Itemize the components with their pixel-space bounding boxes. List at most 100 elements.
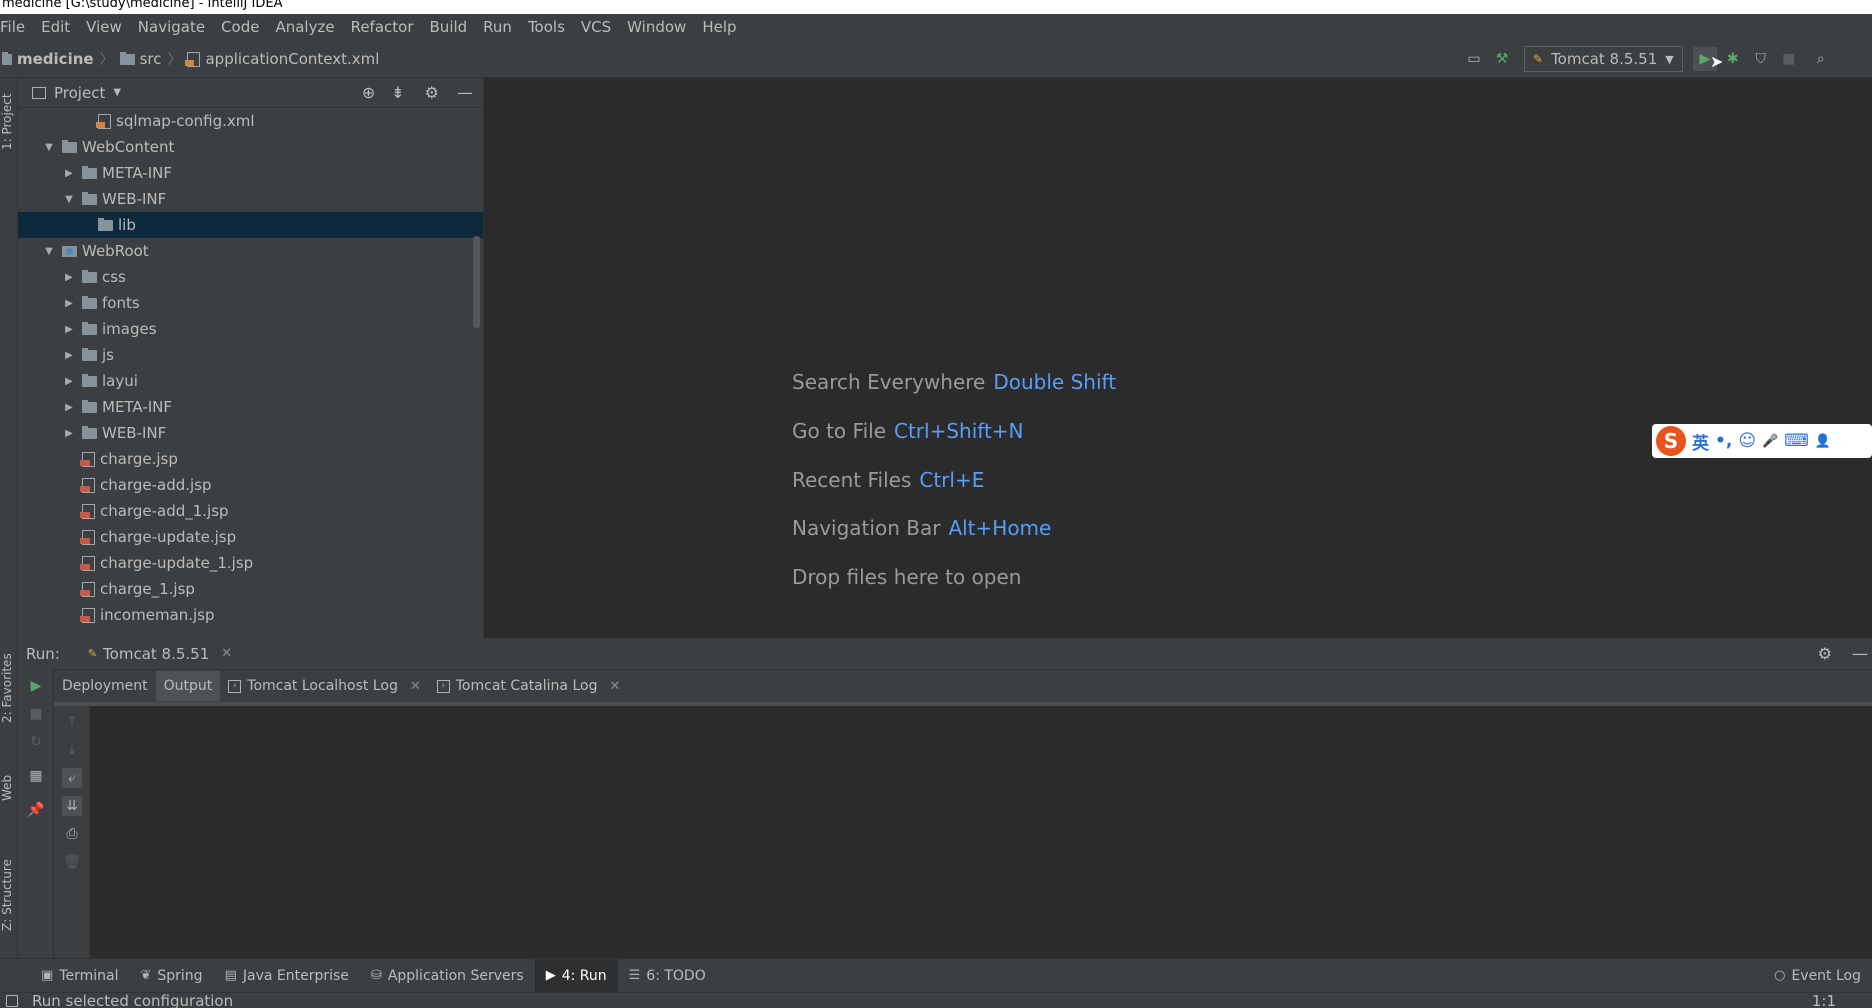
tool-tab-run[interactable]: ▶ 4: Run <box>534 958 618 993</box>
tree-item[interactable]: ▶ META-INF <box>18 394 483 420</box>
tree-item[interactable]: charge_1.jsp <box>18 576 483 602</box>
tool-tab-web[interactable]: Web <box>0 768 18 808</box>
soft-wrap-icon[interactable]: ⤶ <box>62 768 82 788</box>
ime-toolbar[interactable]: S 英 •, ☺ 🎤 ⌨ 👤 <box>1652 424 1872 458</box>
menu-analyze[interactable]: Analyze <box>267 14 342 40</box>
project-view-selector[interactable]: Project <box>54 84 105 102</box>
build-hammer-icon[interactable]: ⚒ <box>1490 47 1514 71</box>
collapse-arrow-icon[interactable]: ▶ <box>62 428 76 439</box>
tab-output[interactable]: Output <box>155 671 221 701</box>
expand-arrow-icon[interactable]: ▼ <box>42 142 56 153</box>
collapse-arrow-icon[interactable]: ▶ <box>62 376 76 387</box>
layout-icon[interactable]: ▦ <box>26 766 46 786</box>
hide-panel-icon[interactable]: — <box>457 83 473 102</box>
sogou-logo-icon[interactable]: S <box>1656 426 1686 456</box>
status-toggle-icon[interactable] <box>6 994 18 1007</box>
stop-icon[interactable]: ■ <box>26 704 46 724</box>
tree-item[interactable]: charge.jsp <box>18 446 483 472</box>
ime-keyboard-icon[interactable]: ⌨ <box>1784 431 1809 451</box>
menu-build[interactable]: Build <box>422 14 476 40</box>
collapse-all-icon[interactable]: ⇟ <box>391 83 404 102</box>
tool-tab-todo[interactable]: ☰ 6: TODO <box>618 959 717 993</box>
hide-panel-icon[interactable]: — <box>1852 644 1868 663</box>
tab-tomcat-catalina-log[interactable]: › Tomcat Catalina Log ✕ <box>429 671 629 701</box>
search-icon[interactable]: ⌕ <box>1809 47 1833 71</box>
trash-icon[interactable]: 🗑 <box>62 852 82 872</box>
ime-punctuation-toggle[interactable]: •, <box>1715 431 1732 451</box>
breadcrumb-src[interactable]: src <box>119 50 161 68</box>
collapse-arrow-icon[interactable]: ▶ <box>62 272 76 283</box>
locate-file-icon[interactable]: ⊕ <box>362 83 375 102</box>
tree-item[interactable]: charge-update.jsp <box>18 524 483 550</box>
menu-view[interactable]: View <box>78 14 130 40</box>
close-icon[interactable]: ✕ <box>410 679 421 694</box>
tree-item[interactable]: ▼ WebRoot <box>18 238 483 264</box>
run-configuration-select[interactable]: ✎ Tomcat 8.5.51 ▼ <box>1524 46 1683 72</box>
menu-help[interactable]: Help <box>694 14 744 40</box>
tree-item[interactable]: ▶ fonts <box>18 290 483 316</box>
tree-item[interactable]: sqlmap-config.xml <box>18 108 483 134</box>
tree-item[interactable]: ▶ WEB-INF <box>18 420 483 446</box>
tree-item[interactable]: incomeman.jsp <box>18 602 483 628</box>
collapse-arrow-icon[interactable]: ▶ <box>62 298 76 309</box>
project-tree-scrollbar[interactable] <box>473 236 480 328</box>
breadcrumb-file[interactable]: applicationContext.xml <box>185 50 379 68</box>
close-icon[interactable]: ✕ <box>221 646 232 661</box>
menu-refactor[interactable]: Refactor <box>343 14 422 40</box>
gear-icon[interactable]: ⚙ <box>1818 644 1832 663</box>
tool-tab-event-log[interactable]: ○ Event Log <box>1763 959 1872 993</box>
menu-window[interactable]: Window <box>619 14 694 40</box>
tree-item[interactable]: ▶ layui <box>18 368 483 394</box>
menu-navigate[interactable]: Navigate <box>130 14 213 40</box>
menu-edit[interactable]: Edit <box>33 14 78 40</box>
stop-icon[interactable]: ■ <box>1777 47 1801 71</box>
menu-vcs[interactable]: VCS <box>573 14 619 40</box>
tree-item[interactable]: ▶ js <box>18 342 483 368</box>
caret-position[interactable]: 1:1 <box>1812 993 1836 1008</box>
tree-item[interactable]: ▼ WebContent <box>18 134 483 160</box>
update-icon[interactable]: ↻ <box>26 732 46 752</box>
collapse-arrow-icon[interactable]: ▶ <box>62 350 76 361</box>
close-icon[interactable]: ✕ <box>609 679 620 694</box>
ime-language-toggle[interactable]: 英 <box>1692 429 1709 454</box>
arrow-up-icon[interactable]: ↑ <box>62 712 82 732</box>
tool-tab-structure[interactable]: Z: Structure <box>0 850 18 940</box>
collapse-arrow-icon[interactable]: ▶ <box>62 168 76 179</box>
tree-item[interactable]: charge-update_1.jsp <box>18 550 483 576</box>
tree-item[interactable]: charge-add_1.jsp <box>18 498 483 524</box>
menu-code[interactable]: Code <box>213 14 267 40</box>
gear-icon[interactable]: ⚙ <box>425 83 439 102</box>
arrow-down-icon[interactable]: ↓ <box>62 740 82 760</box>
tool-tab-terminal[interactable]: ▣ Terminal <box>30 959 129 993</box>
tree-item[interactable]: ▼ WEB-INF <box>18 186 483 212</box>
rerun-icon[interactable]: ▶ <box>26 676 46 696</box>
tool-tab-spring[interactable]: ❦ Spring <box>129 959 213 993</box>
editor-area[interactable]: Search Everywhere Double Shift Go to File… <box>484 78 1872 638</box>
chevron-down-icon[interactable]: ▼ <box>113 87 121 98</box>
print-icon[interactable]: ⎙ <box>62 824 82 844</box>
breadcrumb-project[interactable]: medicine <box>2 50 94 68</box>
tab-deployment[interactable]: Deployment <box>54 671 156 701</box>
ime-emoji-icon[interactable]: ☺ <box>1738 431 1756 451</box>
run-with-coverage-icon[interactable]: ⛉ <box>1749 47 1773 71</box>
tool-tab-application-servers[interactable]: ⛁ Application Servers <box>360 959 535 993</box>
menu-tools[interactable]: Tools <box>520 14 573 40</box>
collapse-arrow-icon[interactable]: ▶ <box>62 324 76 335</box>
tree-item[interactable]: charge-add.jsp <box>18 472 483 498</box>
tree-item[interactable]: lib <box>18 212 483 238</box>
ime-microphone-icon[interactable]: 🎤 <box>1762 434 1778 449</box>
tab-tomcat-localhost-log[interactable]: › Tomcat Localhost Log ✕ <box>220 671 428 701</box>
menu-run[interactable]: Run <box>475 14 520 40</box>
tree-item[interactable]: ▶ META-INF <box>18 160 483 186</box>
tree-item[interactable]: ▶ css <box>18 264 483 290</box>
tool-tab-java-enterprise[interactable]: ▤ Java Enterprise <box>214 959 360 993</box>
console-output[interactable] <box>90 710 1872 958</box>
tool-tab-favorites[interactable]: 2: Favorites <box>0 648 18 728</box>
menu-file[interactable]: File <box>0 14 33 40</box>
tool-tab-project[interactable]: 1: Project <box>0 82 18 162</box>
expand-arrow-icon[interactable]: ▼ <box>42 246 56 257</box>
ime-user-icon[interactable]: 👤 <box>1815 434 1831 449</box>
pin-icon[interactable]: 📌 <box>26 800 46 820</box>
collapse-arrow-icon[interactable]: ▶ <box>62 402 76 413</box>
expand-arrow-icon[interactable]: ▼ <box>62 194 76 205</box>
